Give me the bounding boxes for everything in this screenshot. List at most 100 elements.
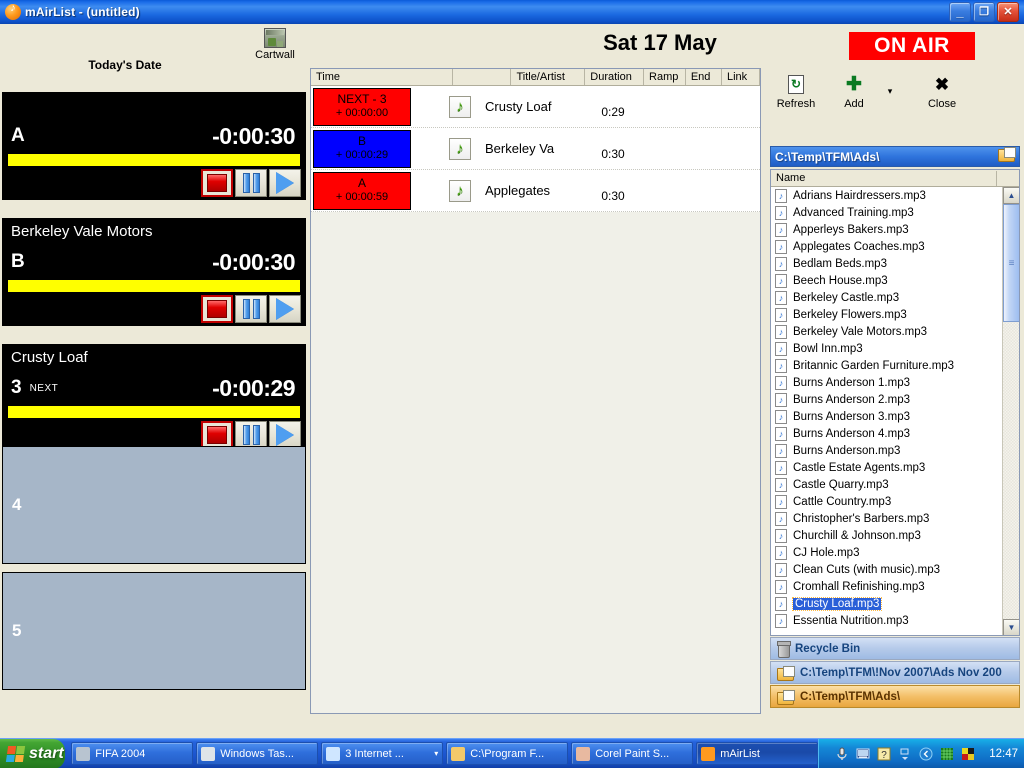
list-item[interactable]: Bedlam Beds.mp3 (771, 255, 1002, 272)
player-slot-5[interactable]: 5 (2, 572, 306, 690)
player-a[interactable]: A -0:00:30 (2, 92, 306, 200)
list-item[interactable]: Burns Anderson 2.mp3 (771, 391, 1002, 408)
list-item[interactable]: Cattle Country.mp3 (771, 493, 1002, 510)
playlist-column-icon[interactable] (453, 69, 512, 85)
player-b-progress (7, 279, 301, 293)
minimize-button[interactable]: _ (949, 2, 971, 22)
list-item[interactable]: Burns Anderson 1.mp3 (771, 374, 1002, 391)
player-3[interactable]: Crusty Loaf 3 NEXT -0:00:29 (2, 344, 306, 452)
show-hidden-arrow-icon[interactable] (898, 747, 912, 761)
list-item[interactable]: Churchill & Johnson.mp3 (771, 527, 1002, 544)
list-item[interactable]: Advanced Training.mp3 (771, 204, 1002, 221)
help-icon[interactable]: ? (877, 747, 891, 761)
playlist-column-time[interactable]: Time (311, 69, 453, 85)
close-browser-button[interactable]: ✖ Close (912, 72, 972, 111)
playlist-row-3-title: Applegates (485, 183, 551, 198)
list-item[interactable]: Bowl Inn.mp3 (771, 340, 1002, 357)
green-grid-icon[interactable] (940, 747, 954, 761)
add-dropdown-arrow[interactable]: ▾ (884, 86, 896, 97)
folder-icon (777, 665, 795, 681)
browser-path-bar[interactable]: C:\Temp\TFM\Ads\ (770, 146, 1020, 167)
file-name: Beech House.mp3 (793, 274, 888, 287)
scroll-down-button[interactable]: ▼ (1003, 619, 1019, 635)
list-item[interactable]: Apperleys Bakers.mp3 (771, 221, 1002, 238)
svg-text:?: ? (881, 750, 887, 761)
list-item[interactable]: Berkeley Vale Motors.mp3 (771, 323, 1002, 340)
playlist-panel[interactable]: Time Title/Artist Duration Ramp End Link… (310, 68, 761, 714)
list-item[interactable]: Burns Anderson 3.mp3 (771, 408, 1002, 425)
taskbar-item-5[interactable]: mAirList (696, 742, 819, 765)
taskbar-clock[interactable]: 12:47 (989, 748, 1018, 760)
file-list-scrollbar[interactable]: ▲ ▼ (1002, 187, 1019, 635)
list-item[interactable]: Berkeley Castle.mp3 (771, 289, 1002, 306)
badge-line-1: A (357, 176, 366, 191)
taskbar-item-0[interactable]: FIFA 2004 (71, 742, 194, 765)
taskbar-item-2[interactable]: 3 Internet ... ▾ (321, 742, 444, 765)
microphone-icon[interactable] (835, 747, 849, 761)
player-b-play-button[interactable] (269, 295, 301, 323)
list-item[interactable]: Burns Anderson 4.mp3 (771, 425, 1002, 442)
player-3-pause-button[interactable] (235, 421, 267, 449)
list-item[interactable]: Britannic Garden Furniture.mp3 (771, 357, 1002, 374)
list-item[interactable]: Crusty Loaf.mp3 (771, 595, 1002, 612)
list-item[interactable]: CJ Hole.mp3 (771, 544, 1002, 561)
player-a-pause-button[interactable] (235, 169, 267, 197)
playlist-column-title-artist[interactable]: Title/Artist (511, 69, 586, 85)
add-label: Add (844, 98, 864, 110)
folder-bar-nov2007[interactable]: C:\Temp\TFM\!Nov 2007\Ads Nov 200 (770, 661, 1020, 684)
playlist-column-ramp[interactable]: Ramp (644, 69, 686, 85)
player-slot-4[interactable]: 4 (2, 446, 306, 564)
mp3-file-icon (775, 409, 787, 424)
player-b[interactable]: Berkeley Vale Motors B -0:00:30 (2, 218, 306, 326)
player-a-play-button[interactable] (269, 169, 301, 197)
open-folder-icon[interactable] (998, 147, 1016, 166)
close-button[interactable]: ✕ (997, 2, 1019, 22)
taskbar-item-3[interactable]: C:\Program F... (446, 742, 569, 765)
mp3-file-icon (775, 256, 787, 271)
playlist-column-end[interactable]: End (686, 69, 722, 85)
list-item[interactable]: Applegates Coaches.mp3 (771, 238, 1002, 255)
table-row[interactable]: B + 00:00:29 Berkeley Va 0:30 (311, 128, 760, 170)
volume-icon[interactable] (919, 747, 933, 761)
list-item[interactable]: Castle Estate Agents.mp3 (771, 459, 1002, 476)
scrollbar-track[interactable] (1003, 204, 1019, 619)
scrollbar-thumb[interactable] (1003, 204, 1019, 322)
list-item[interactable]: Clean Cuts (with music).mp3 (771, 561, 1002, 578)
file-name: Advanced Training.mp3 (793, 206, 914, 219)
player-3-stop-button[interactable] (201, 421, 233, 449)
folder-bar-ads-active[interactable]: C:\Temp\TFM\Ads\ (770, 685, 1020, 708)
list-item[interactable]: Beech House.mp3 (771, 272, 1002, 289)
list-item[interactable]: Cromhall Refinishing.mp3 (771, 578, 1002, 595)
folder-bar-recycle-bin[interactable]: Recycle Bin (770, 637, 1020, 660)
start-label: start (29, 744, 64, 762)
playlist-column-link[interactable]: Link (722, 69, 760, 85)
player-b-pause-button[interactable] (235, 295, 267, 323)
taskbar-item-4[interactable]: Corel Paint S... (571, 742, 694, 765)
list-item[interactable]: Berkeley Flowers.mp3 (771, 306, 1002, 323)
start-button[interactable]: start (0, 738, 66, 768)
list-item[interactable]: Burns Anderson.mp3 (771, 442, 1002, 459)
file-list-column-name[interactable]: Name (771, 170, 1019, 187)
player-3-play-button[interactable] (269, 421, 301, 449)
list-item[interactable]: Adrians Hairdressers.mp3 (771, 187, 1002, 204)
network-icon[interactable] (856, 747, 870, 761)
list-item[interactable]: Essentia Nutrition.mp3 (771, 612, 1002, 629)
refresh-button[interactable]: Refresh (766, 72, 826, 110)
file-browser-list[interactable]: Name Adrians Hairdressers.mp3 Advanced Tr… (770, 169, 1020, 636)
mp3-file-icon (775, 426, 787, 441)
paint-palette-icon[interactable] (961, 747, 975, 761)
player-a-stop-button[interactable] (201, 169, 233, 197)
player-b-stop-button[interactable] (201, 295, 233, 323)
list-item[interactable]: Christopher's Barbers.mp3 (771, 510, 1002, 527)
cartwall-button[interactable]: Cartwall (252, 28, 298, 61)
table-row[interactable]: NEXT - 3 + 00:00:00 Crusty Loaf 0:29 (311, 86, 760, 128)
scroll-up-button[interactable]: ▲ (1003, 187, 1019, 204)
taskbar-item-1[interactable]: Windows Tas... (196, 742, 319, 765)
playlist-row-3-duration: 0:30 (601, 188, 625, 203)
restore-button[interactable]: ❐ (973, 2, 995, 22)
table-row[interactable]: A + 00:00:59 Applegates 0:30 (311, 170, 760, 212)
playlist-column-duration[interactable]: Duration (585, 69, 645, 85)
list-item[interactable]: Castle Quarry.mp3 (771, 476, 1002, 493)
taskbar-item-dropdown-arrow[interactable]: ▾ (434, 749, 438, 758)
add-button[interactable]: ✚ Add (824, 72, 884, 111)
